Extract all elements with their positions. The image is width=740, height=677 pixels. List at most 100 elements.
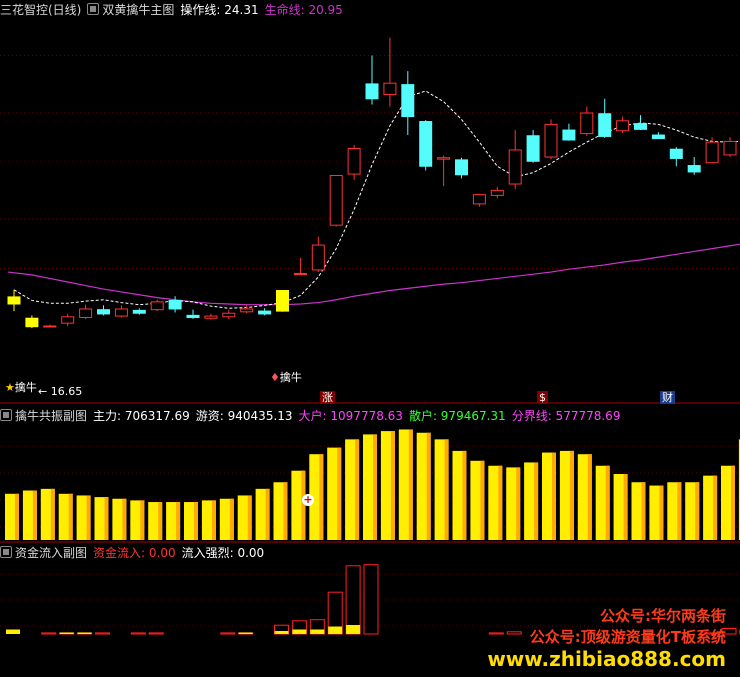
flow-bar-red — [488, 632, 504, 635]
life-line-path — [7, 238, 740, 306]
candle-body — [258, 310, 272, 315]
star-icon: ♦ — [270, 371, 280, 384]
resonance-bar-shade — [623, 474, 628, 540]
candle-body — [634, 123, 647, 130]
candle-body — [293, 272, 307, 275]
candle-body — [562, 129, 576, 141]
flow-bar-yellow — [238, 632, 253, 634]
resonance-header: 擒牛共振副图 主力: 706317.69 游资: 940435.13 大户: 1097… — [0, 408, 626, 424]
flow-bar-yellow — [77, 632, 92, 634]
candle-body — [598, 113, 612, 137]
big-holder-label: 大户: 1097778.63 — [298, 409, 403, 423]
resonance-bar-shade — [140, 500, 145, 540]
candle-body — [79, 308, 93, 318]
flow-bar-yellow — [328, 626, 343, 634]
candle-body — [616, 120, 630, 132]
candle-body — [114, 308, 128, 317]
resonance-bar-shade — [516, 467, 521, 540]
signal-label: ♦擒牛 — [270, 371, 302, 384]
flow-bar-yellow — [310, 629, 325, 634]
strength-label: 流入强烈: 0.00 — [181, 546, 265, 560]
marker-finance[interactable]: 财 — [660, 391, 675, 404]
flow-bar-red — [506, 631, 522, 635]
candle-body — [687, 165, 701, 173]
settings-icon[interactable] — [0, 409, 12, 421]
resonance-bar-shade — [86, 495, 91, 540]
resonance-bar-shade — [408, 429, 413, 540]
flow-title[interactable]: 资金流入副图 — [15, 546, 87, 560]
resonance-bar-shade — [176, 502, 181, 540]
candle-body — [61, 316, 75, 324]
main-header: 三花智控(日线) 双黄擒牛主图 操作线: 24.31 生命线: 20.95 — [0, 2, 349, 18]
marker-up[interactable]: 涨 — [320, 391, 335, 404]
candle-body — [455, 159, 468, 176]
flow-bar-yellow — [59, 632, 74, 634]
indicator-name[interactable]: 双黄擒牛主图 — [102, 3, 174, 17]
stock-title[interactable]: 三花智控(日线) — [0, 3, 81, 17]
resonance-bar-shade — [677, 482, 682, 540]
candle-body — [544, 123, 558, 158]
ops-line-label: 操作线: 24.31 — [180, 3, 259, 17]
watermark-3: www.zhibiao888.com — [487, 647, 726, 671]
resonance-bar-shade — [605, 465, 610, 540]
resonance-bar-shade — [731, 465, 735, 540]
resonance-bar-shade — [355, 439, 360, 540]
flow-bar-red — [345, 565, 361, 635]
marker-dollar[interactable]: $ — [537, 391, 548, 404]
resonance-bar-shade — [659, 485, 664, 540]
flow-bar-yellow — [6, 629, 20, 634]
resonance-bar-shade — [480, 460, 485, 540]
settings-icon[interactable] — [0, 546, 12, 558]
resonance-bar-shade — [104, 497, 109, 540]
retail-label: 散户: 979467.31 — [408, 409, 506, 423]
resonance-bars — [5, 429, 740, 540]
resonance-bar-shade — [534, 462, 539, 540]
candle-body — [132, 309, 146, 314]
candle-body — [276, 290, 289, 312]
flow-bar-yellow — [292, 629, 307, 634]
low-price-label: ← 16.65 — [38, 385, 83, 398]
candles — [7, 37, 737, 329]
plus-icon[interactable]: + — [302, 494, 314, 506]
watermark-2: 公众号:顶级游资量化T板系统 — [529, 628, 726, 646]
candle-body — [43, 325, 57, 328]
resonance-bar-shade — [32, 490, 37, 540]
resonance-bar-shade — [390, 431, 395, 540]
resonance-bar-shade — [373, 434, 377, 540]
candle-body — [240, 308, 254, 313]
life-line-label: 生命线: 20.95 — [264, 3, 343, 17]
candle-body — [204, 315, 218, 319]
candle-body — [347, 148, 361, 175]
candle-body — [97, 309, 110, 315]
flow-bar-yellow — [346, 625, 361, 634]
main-force-label: 主力: 706317.69 — [93, 409, 190, 423]
candle-body — [222, 312, 236, 318]
flow-header: 资金流入副图 资金流入: 0.00 流入强烈: 0.00 — [0, 545, 270, 561]
resonance-bar-shade — [319, 454, 324, 540]
signal-label: ★擒牛 — [5, 381, 37, 394]
candle-body — [168, 299, 182, 310]
flow-bar-red — [130, 632, 146, 635]
resonance-bar-shade — [641, 482, 646, 540]
candle-body — [526, 135, 540, 162]
resonance-title[interactable]: 擒牛共振副图 — [15, 409, 87, 423]
resonance-bar-shade — [247, 495, 252, 540]
inflow-label: 资金流入: 0.00 — [93, 546, 176, 560]
flow-bar-red — [363, 564, 379, 635]
candle-body — [25, 317, 39, 328]
flow-bar-yellow — [274, 631, 289, 634]
resonance-bar-shade — [50, 488, 55, 540]
resonance-bar-shade — [211, 500, 216, 540]
resonance-bar-shade — [337, 447, 342, 540]
grid — [0, 55, 740, 627]
flow-bar-red — [220, 632, 236, 635]
candle-body — [490, 189, 504, 196]
life-line — [7, 238, 740, 306]
candle-body — [723, 140, 737, 156]
candle-body — [508, 149, 522, 185]
settings-icon[interactable] — [87, 3, 100, 15]
candle-body — [419, 121, 433, 167]
candle-body — [7, 296, 21, 305]
candle-body — [150, 301, 164, 311]
candle-body — [669, 148, 683, 159]
